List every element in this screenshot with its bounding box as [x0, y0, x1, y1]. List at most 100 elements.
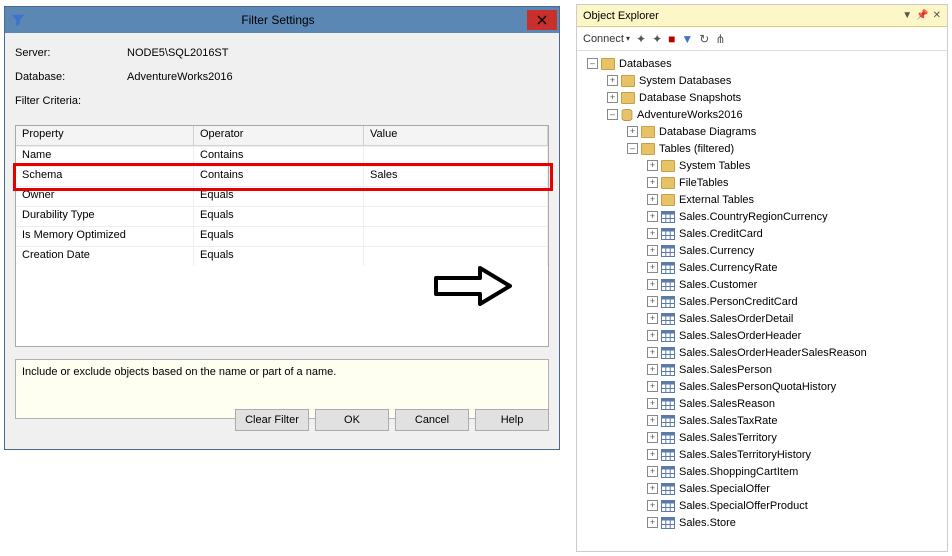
tree-database-diagrams[interactable]: +Database Diagrams [579, 123, 945, 140]
grid-row[interactable]: Is Memory OptimizedEquals [16, 226, 548, 246]
expander-icon[interactable]: + [647, 347, 658, 358]
object-explorer-tree[interactable]: –Databases+System Databases+Database Sna… [577, 51, 947, 551]
cell-property[interactable]: Schema [16, 167, 194, 186]
activity-icon[interactable]: ⋔ [715, 32, 725, 46]
tree-file-tables[interactable]: +FileTables [579, 174, 945, 191]
expander-icon[interactable]: + [647, 415, 658, 426]
expander-icon[interactable]: + [647, 483, 658, 494]
tree-external-tables[interactable]: +External Tables [579, 191, 945, 208]
refresh-icon[interactable]: ↻ [699, 32, 709, 46]
filter-icon[interactable]: ▼ [681, 32, 693, 46]
expander-icon[interactable]: + [647, 296, 658, 307]
expander-icon[interactable]: + [647, 432, 658, 443]
grid-row[interactable]: Durability TypeEquals [16, 206, 548, 226]
tree-table[interactable]: +Sales.CountryRegionCurrency [579, 208, 945, 225]
expander-icon[interactable]: + [607, 75, 618, 86]
tree-table[interactable]: +Sales.Currency [579, 242, 945, 259]
expander-icon[interactable]: + [647, 313, 658, 324]
chevron-down-icon[interactable]: ▼ [902, 10, 912, 21]
expander-icon[interactable]: + [647, 245, 658, 256]
panel-close-icon[interactable]: ✕ [933, 10, 941, 21]
expander-icon[interactable]: + [647, 262, 658, 273]
tree-table[interactable]: +Sales.SalesOrderHeaderSalesReason [579, 344, 945, 361]
expander-icon[interactable]: + [647, 364, 658, 375]
cell-operator[interactable]: Equals [194, 187, 364, 206]
cell-value[interactable] [364, 147, 548, 166]
expander-icon[interactable]: + [647, 330, 658, 341]
cell-property[interactable]: Durability Type [16, 207, 194, 226]
expander-icon[interactable]: + [647, 517, 658, 528]
tree-table[interactable]: +Sales.SalesPersonQuotaHistory [579, 378, 945, 395]
toolbar-icon[interactable]: ✦ [636, 32, 646, 46]
cell-property[interactable]: Name [16, 147, 194, 166]
cell-value[interactable] [364, 207, 548, 226]
tree-table[interactable]: +Sales.SalesTerritoryHistory [579, 446, 945, 463]
expander-icon[interactable]: – [607, 109, 618, 120]
expander-icon[interactable]: + [647, 177, 658, 188]
expander-icon[interactable]: – [627, 143, 638, 154]
tree-db-adventureworks[interactable]: –AdventureWorks2016 [579, 106, 945, 123]
cell-property[interactable]: Owner [16, 187, 194, 206]
tree-table[interactable]: +Sales.SalesOrderDetail [579, 310, 945, 327]
expander-icon[interactable]: + [647, 279, 658, 290]
expander-icon[interactable]: + [647, 194, 658, 205]
clear-filter-button[interactable]: Clear Filter [235, 409, 309, 431]
expander-icon[interactable]: + [627, 126, 638, 137]
tree-table[interactable]: +Sales.CurrencyRate [579, 259, 945, 276]
expander-icon[interactable]: + [647, 228, 658, 239]
col-operator[interactable]: Operator [194, 126, 364, 146]
connect-dropdown[interactable]: Connect ▾ [583, 33, 630, 45]
tree-table[interactable]: +Sales.SalesOrderHeader [579, 327, 945, 344]
tree-databases[interactable]: –Databases [579, 55, 945, 72]
col-value[interactable]: Value [364, 126, 548, 146]
expander-icon[interactable]: + [647, 449, 658, 460]
cell-property[interactable]: Is Memory Optimized [16, 227, 194, 246]
cell-value[interactable]: Sales [364, 167, 548, 186]
tree-table[interactable]: +Sales.SpecialOffer [579, 480, 945, 497]
tree-table[interactable]: +Sales.SalesPerson [579, 361, 945, 378]
cell-operator[interactable]: Equals [194, 247, 364, 266]
grid-row[interactable]: NameContains [16, 146, 548, 166]
cell-property[interactable]: Creation Date [16, 247, 194, 266]
ok-button[interactable]: OK [315, 409, 389, 431]
tree-table[interactable]: +Sales.PersonCreditCard [579, 293, 945, 310]
toolbar-icon[interactable]: ✦ [652, 32, 662, 46]
tree-table[interactable]: +Sales.SalesTaxRate [579, 412, 945, 429]
expander-icon[interactable]: + [647, 500, 658, 511]
tree-system-databases[interactable]: +System Databases [579, 72, 945, 89]
expander-icon[interactable]: + [647, 466, 658, 477]
tree-table[interactable]: +Sales.SpecialOfferProduct [579, 497, 945, 514]
expander-icon[interactable]: + [647, 398, 658, 409]
help-button[interactable]: Help [475, 409, 549, 431]
tree-table[interactable]: +Sales.Customer [579, 276, 945, 293]
tree-table[interactable]: +Sales.ShoppingCartItem [579, 463, 945, 480]
cell-operator[interactable]: Contains [194, 147, 364, 166]
tree-table[interactable]: +Sales.CreditCard [579, 225, 945, 242]
cell-value[interactable] [364, 247, 548, 266]
expander-icon[interactable]: + [647, 211, 658, 222]
expander-icon[interactable]: – [587, 58, 598, 69]
expander-icon[interactable]: + [647, 381, 658, 392]
expander-icon[interactable]: + [607, 92, 618, 103]
grid-row[interactable]: SchemaContainsSales [16, 166, 548, 186]
tree-table[interactable]: +Sales.SalesReason [579, 395, 945, 412]
stop-icon[interactable]: ■ [668, 32, 675, 46]
close-button[interactable] [527, 10, 557, 30]
tree-table[interactable]: +Sales.SalesTerritory [579, 429, 945, 446]
tree-system-tables[interactable]: +System Tables [579, 157, 945, 174]
tree-tables-filtered[interactable]: –Tables (filtered) [579, 140, 945, 157]
expander-icon[interactable]: + [647, 160, 658, 171]
cell-operator[interactable]: Contains [194, 167, 364, 186]
cell-operator[interactable]: Equals [194, 227, 364, 246]
cell-value[interactable] [364, 227, 548, 246]
grid-row[interactable]: Creation DateEquals [16, 246, 548, 266]
criteria-grid[interactable]: Property Operator Value NameContainsSche… [15, 125, 549, 347]
tree-table[interactable]: +Sales.Store [579, 514, 945, 531]
grid-row[interactable]: OwnerEquals [16, 186, 548, 206]
cell-operator[interactable]: Equals [194, 207, 364, 226]
tree-database-snapshots[interactable]: +Database Snapshots [579, 89, 945, 106]
pin-icon[interactable]: 📌 [916, 10, 928, 21]
cancel-button[interactable]: Cancel [395, 409, 469, 431]
cell-value[interactable] [364, 187, 548, 206]
col-property[interactable]: Property [16, 126, 194, 146]
